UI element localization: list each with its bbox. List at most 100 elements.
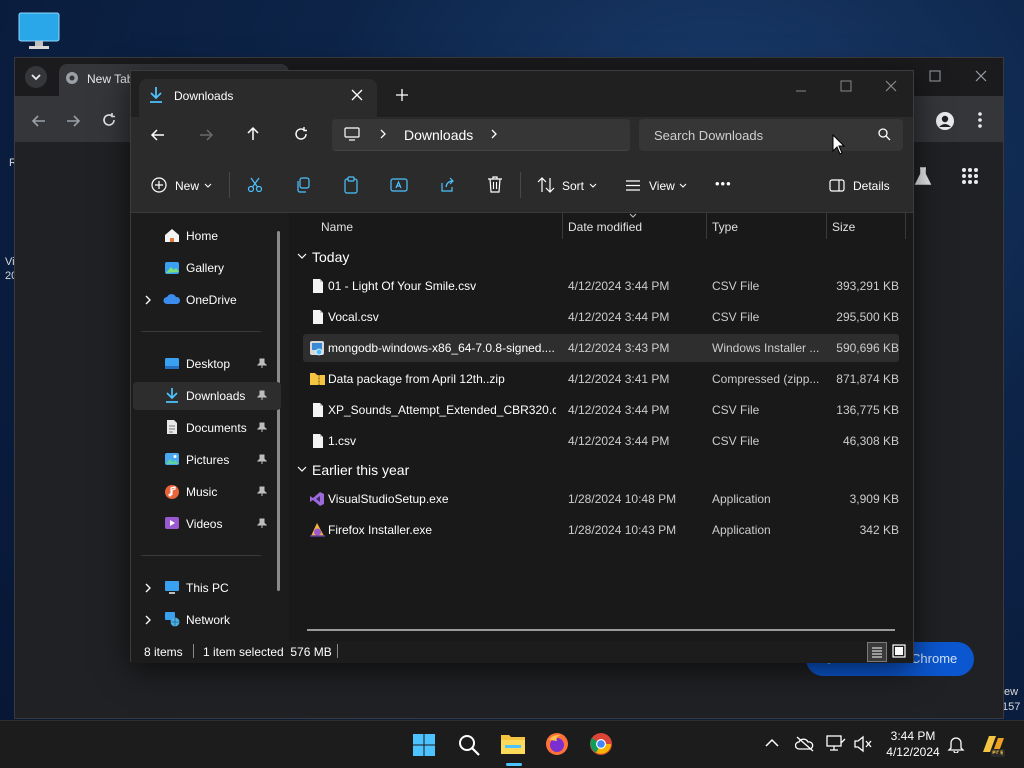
- onedrive-cloud-icon: [163, 294, 181, 304]
- home-icon: [165, 229, 179, 242]
- chrome-forward-icon[interactable]: [65, 113, 81, 129]
- column-separator[interactable]: [706, 213, 707, 239]
- search-icon[interactable]: [878, 128, 891, 141]
- show-hidden-icons-chevron-icon[interactable]: [765, 738, 779, 748]
- taskbar-clock-time[interactable]: 3:44 PM: [880, 729, 946, 743]
- chrome-menu-icon[interactable]: [977, 111, 983, 129]
- file-explorer-taskbar-icon[interactable]: [500, 732, 526, 756]
- file-size: 342 KB: [859, 523, 899, 537]
- start-windows-icon[interactable]: [412, 733, 436, 757]
- new-button[interactable]: New: [175, 179, 199, 193]
- chrome-favicon-icon: [66, 72, 78, 84]
- column-header-size[interactable]: Size: [832, 220, 855, 234]
- monitor-icon[interactable]: [344, 127, 360, 141]
- chevron-right-icon[interactable]: [144, 615, 152, 625]
- file-date: 4/12/2024 3:44 PM: [568, 310, 670, 324]
- nav-label-network: Network: [186, 613, 231, 627]
- group-collapse-chevron-icon[interactable]: [297, 466, 307, 474]
- column-header-date-modified[interactable]: Date modified: [568, 220, 642, 234]
- nav-separator: [141, 331, 261, 332]
- sort-button[interactable]: Sort: [562, 179, 584, 193]
- chrome-profile-icon[interactable]: [935, 111, 955, 131]
- column-separator[interactable]: [826, 213, 827, 239]
- column-header-type[interactable]: Type: [712, 220, 738, 234]
- refresh-icon[interactable]: [293, 126, 309, 142]
- details-button[interactable]: Details: [853, 179, 890, 193]
- share-icon[interactable]: [439, 177, 455, 193]
- rename-icon[interactable]: [390, 177, 408, 193]
- forward-arrow-icon[interactable]: [198, 127, 214, 143]
- chrome-tab-search-button[interactable]: [25, 66, 47, 88]
- command-separator: [229, 172, 230, 198]
- firefox-taskbar-icon[interactable]: [545, 732, 569, 756]
- chevron-down-icon: [31, 74, 41, 81]
- minimize-icon[interactable]: [795, 85, 807, 97]
- nav-separator: [141, 555, 261, 556]
- see-more-button[interactable]: •••: [715, 176, 732, 191]
- copilot-preview-icon[interactable]: [980, 732, 1006, 758]
- chrome-close-icon[interactable]: [975, 70, 987, 82]
- file-size: 295,500 KB: [836, 310, 899, 324]
- chrome-back-icon[interactable]: [31, 113, 47, 129]
- pin-icon[interactable]: [257, 390, 267, 401]
- file-name: Vocal.csv: [328, 310, 379, 324]
- back-arrow-icon[interactable]: [150, 127, 166, 143]
- pin-icon[interactable]: [257, 422, 267, 433]
- large-icons-view-toggle[interactable]: [890, 642, 910, 662]
- desktop-folder-icon: [165, 358, 179, 369]
- close-tab-icon[interactable]: [351, 89, 363, 101]
- file-name: Data package from April 12th..zip: [328, 372, 505, 386]
- copy-icon[interactable]: [295, 177, 311, 193]
- notification-bell-icon[interactable]: [947, 735, 965, 753]
- chevron-right-icon[interactable]: [490, 129, 498, 139]
- column-separator[interactable]: [562, 213, 563, 239]
- file-name: 1.csv: [328, 434, 357, 448]
- chevron-right-icon[interactable]: [144, 295, 152, 305]
- pin-icon[interactable]: [257, 486, 267, 497]
- breadcrumb-downloads[interactable]: Downloads: [404, 127, 473, 143]
- file-type: CSV File: [712, 310, 760, 324]
- this-pc-desktop-icon[interactable]: [18, 12, 60, 50]
- file-size: 871,874 KB: [836, 372, 899, 386]
- view-button[interactable]: View: [649, 179, 675, 193]
- new-plus-icon: [151, 177, 167, 193]
- zip-folder-icon: [310, 373, 325, 385]
- group-header-earlier-this-year[interactable]: Earlier this year: [312, 462, 409, 478]
- address-bar[interactable]: [332, 119, 630, 151]
- volume-muted-icon[interactable]: [853, 735, 873, 753]
- details-view-toggle[interactable]: [867, 642, 887, 662]
- pin-icon[interactable]: [257, 454, 267, 465]
- explorer-tab-title: Downloads: [174, 89, 234, 103]
- group-header-today[interactable]: Today: [312, 249, 349, 265]
- new-tab-icon[interactable]: [395, 88, 409, 102]
- chrome-taskbar-icon[interactable]: [589, 732, 613, 756]
- maximize-icon[interactable]: [840, 80, 852, 92]
- up-arrow-icon[interactable]: [245, 126, 261, 142]
- status-selection: 1 item selected 576 MB: [203, 645, 332, 659]
- paste-icon[interactable]: [343, 176, 359, 194]
- chrome-reload-icon[interactable]: [101, 112, 117, 128]
- close-window-icon[interactable]: [885, 80, 897, 92]
- pin-icon[interactable]: [257, 518, 267, 529]
- group-collapse-chevron-icon[interactable]: [297, 253, 307, 261]
- column-header-name[interactable]: Name: [321, 220, 353, 234]
- column-separator[interactable]: [905, 213, 906, 239]
- cut-icon[interactable]: [247, 177, 263, 193]
- onedrive-offline-icon[interactable]: [795, 736, 815, 752]
- chrome-maximize-icon[interactable]: [929, 70, 941, 82]
- chevron-right-icon[interactable]: [144, 583, 152, 593]
- google-apps-icon[interactable]: [961, 167, 979, 185]
- chevron-right-icon[interactable]: [379, 129, 387, 139]
- network-status-icon[interactable]: [826, 735, 846, 753]
- chevron-down-icon: [589, 183, 597, 188]
- horizontal-scrollbar[interactable]: [307, 629, 895, 631]
- delete-icon[interactable]: [487, 176, 503, 193]
- file-type: Windows Installer ...: [712, 341, 820, 355]
- taskbar-clock-date[interactable]: 4/12/2024: [880, 745, 946, 759]
- pin-icon[interactable]: [257, 358, 267, 369]
- taskbar-search-icon[interactable]: [457, 733, 481, 757]
- mouse-cursor-icon: [832, 134, 846, 155]
- csv-file-icon: [313, 434, 323, 448]
- chrome-labs-icon[interactable]: [913, 166, 933, 186]
- file-date: 4/12/2024 3:44 PM: [568, 434, 670, 448]
